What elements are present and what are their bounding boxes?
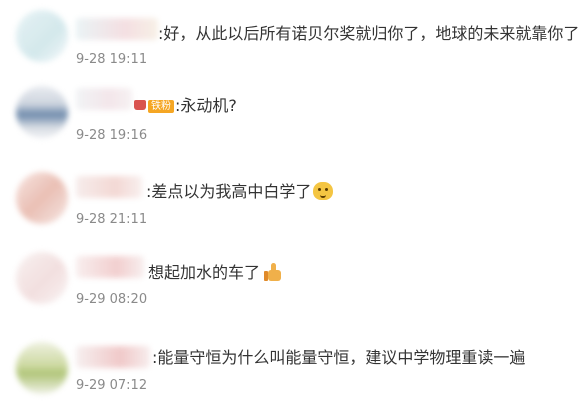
crown-icon	[134, 100, 146, 110]
comment-item: :好，从此以后所有诺贝尔奖就归你了，地球的未来就靠你了 9-28 19:11	[0, 4, 584, 84]
avatar[interactable]	[16, 172, 68, 224]
avatar[interactable]	[16, 342, 68, 394]
avatar[interactable]	[16, 252, 68, 304]
username[interactable]	[76, 346, 150, 368]
comment-time: 9-28 19:16	[76, 128, 148, 143]
comment-text: :差点以为我高中白学了	[146, 182, 334, 202]
comment-time: 9-28 19:11	[76, 52, 148, 67]
avatar[interactable]	[16, 10, 68, 62]
username[interactable]	[76, 176, 142, 198]
comment-item: 铁粉:永动机? 9-28 19:16	[0, 84, 584, 164]
fan-badge: 铁粉	[148, 100, 174, 113]
comment-item: :差点以为我高中白学了 9-28 21:11	[0, 164, 584, 244]
doge-face-icon	[313, 182, 334, 200]
username[interactable]	[76, 256, 144, 278]
comment-time: 9-28 21:11	[76, 212, 148, 227]
comment-time: 9-29 08:20	[76, 292, 148, 307]
comment-text: 铁粉:永动机?	[134, 96, 237, 116]
comment-item: 想起加水的车了 9-29 08:20	[0, 244, 584, 324]
username[interactable]	[76, 88, 132, 110]
comment-text: :能量守恒为什么叫能量守恒，建议中学物理重读一遍	[152, 348, 526, 367]
comment-text: 想起加水的车了	[148, 262, 282, 283]
comment-time: 9-29 07:12	[76, 378, 148, 393]
avatar[interactable]	[16, 86, 68, 138]
comment-text: :好，从此以后所有诺贝尔奖就归你了，地球的未来就靠你了	[158, 24, 580, 43]
comment-item: :能量守恒为什么叫能量守恒，建议中学物理重读一遍 9-29 07:12	[0, 324, 584, 404]
username[interactable]	[76, 18, 158, 40]
thumbs-up-icon	[264, 262, 282, 282]
